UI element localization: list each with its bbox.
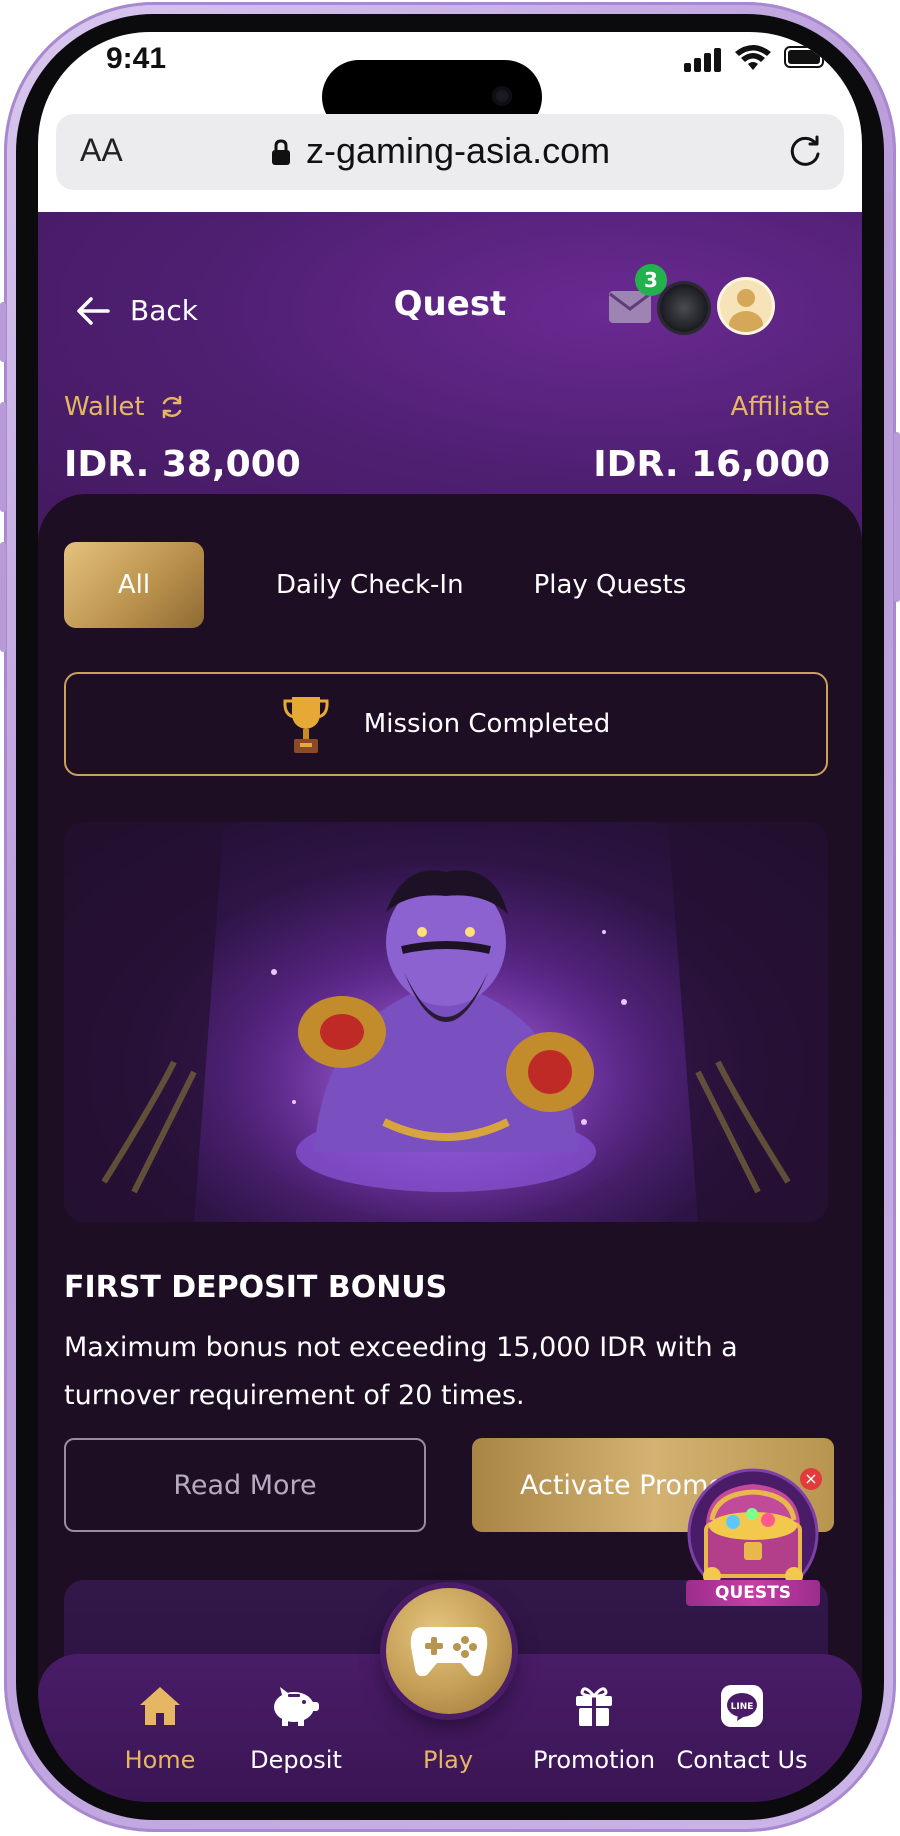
battery-icon (784, 46, 828, 68)
quest-tabs: All Daily Check-In Play Quests (64, 542, 686, 628)
affiliate-label: Affiliate (730, 392, 831, 422)
nav-promotion-label: Promotion (532, 1746, 656, 1774)
browser-address-bar[interactable]: AA z-gaming-asia.com (56, 114, 844, 190)
phone-screen: 9:41 AA z-gaming-asia.com Back Quest 3 W… (38, 32, 862, 1802)
url-text[interactable]: z-gaming-asia.com (306, 130, 610, 172)
mission-completed-button[interactable]: Mission Completed (64, 672, 828, 776)
text-size-button[interactable]: AA (80, 132, 123, 169)
promo-title: FIRST DEPOSIT BONUS (64, 1270, 448, 1305)
volume-up-button (0, 402, 6, 512)
status-time: 9:41 (106, 42, 167, 75)
wallet-balance: IDR. 38,000 (64, 444, 301, 485)
close-quests-widget-button[interactable]: × (800, 1468, 822, 1490)
home-icon (140, 1687, 180, 1725)
nav-deposit[interactable]: Deposit (216, 1678, 376, 1774)
nav-promotion[interactable]: Promotion (514, 1678, 674, 1774)
line-icon: LINE (721, 1685, 763, 1727)
tab-daily-check-in[interactable]: Daily Check-In (276, 570, 464, 600)
status-bar: 9:41 AA z-gaming-asia.com (38, 32, 862, 212)
affiliate-balance: IDR. 16,000 (593, 444, 830, 485)
promo-banner-image (64, 822, 828, 1222)
mute-switch (0, 302, 6, 362)
reload-icon[interactable] (786, 132, 824, 170)
mission-completed-label: Mission Completed (363, 709, 611, 739)
svg-text:LINE: LINE (731, 1702, 754, 1712)
tab-play-quests[interactable]: Play Quests (534, 570, 687, 600)
gift-icon (576, 1687, 612, 1726)
promo-description: Maximum bonus not exceeding 15,000 IDR w… (64, 1332, 738, 1411)
nav-contact-us[interactable]: LINE Contact Us (662, 1678, 822, 1774)
genie-illustration (64, 822, 828, 1222)
gamepad-icon (410, 1627, 488, 1677)
quests-widget-label[interactable]: QUESTS (686, 1580, 820, 1606)
cellular-signal-icon (684, 48, 724, 72)
lock-icon (272, 139, 290, 165)
nav-deposit-label: Deposit (250, 1746, 342, 1774)
read-more-button[interactable]: Read More (64, 1438, 426, 1532)
wallet-label: Wallet (64, 392, 145, 422)
power-button (894, 432, 900, 602)
tab-all[interactable]: All (64, 542, 204, 628)
volume-down-button (0, 542, 6, 652)
refresh-icon[interactable] (159, 394, 185, 420)
nav-play[interactable]: Play (368, 1678, 528, 1774)
piggy-bank-icon (274, 1687, 319, 1726)
mail-count-badge: 3 (635, 264, 667, 296)
vip-level-icon[interactable] (660, 284, 708, 332)
avatar[interactable] (720, 280, 772, 332)
text-size-label: AA (80, 132, 123, 168)
trophy-icon (283, 697, 329, 753)
nav-play-label: Play (422, 1746, 474, 1774)
nav-contact-us-label: Contact Us (676, 1746, 808, 1774)
wifi-icon (735, 45, 771, 70)
wallet-section: Wallet (64, 392, 185, 422)
app-header-background (38, 212, 862, 542)
camera-icon (492, 86, 512, 106)
